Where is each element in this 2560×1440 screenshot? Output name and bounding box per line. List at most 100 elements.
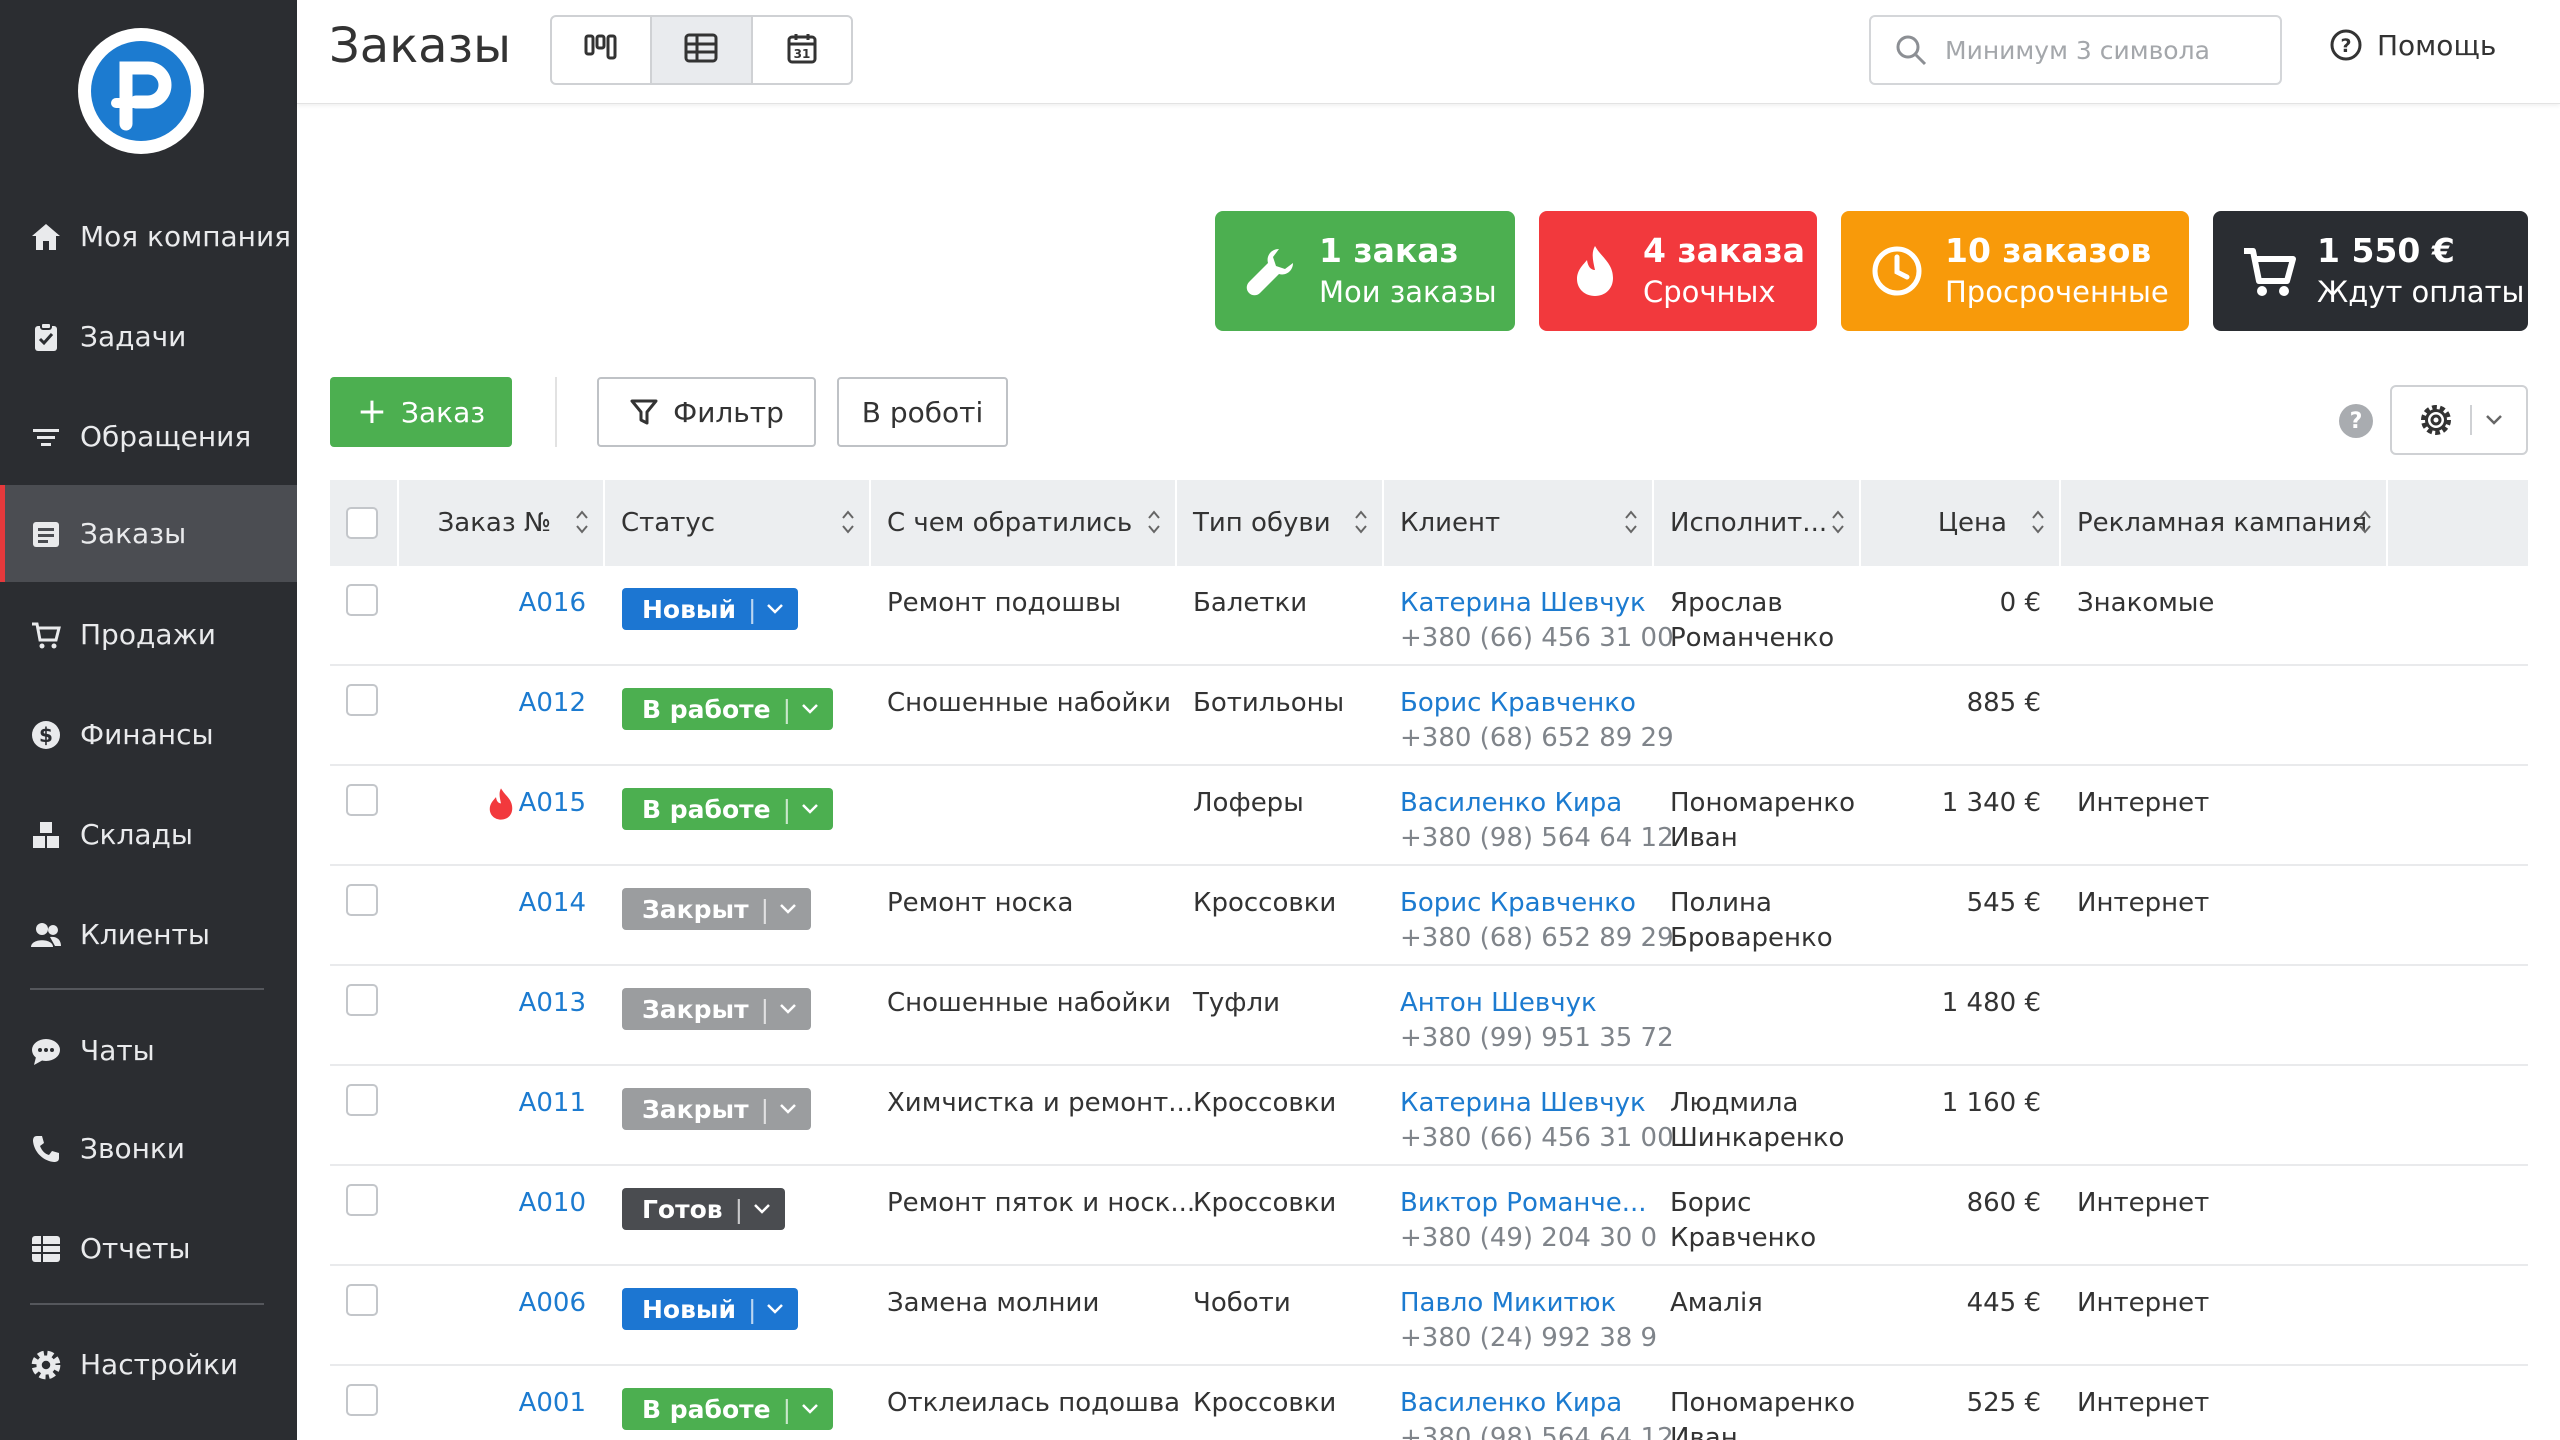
- column-header-executor[interactable]: Исполнит...: [1652, 480, 1859, 566]
- column-header-client[interactable]: Клиент: [1382, 480, 1652, 566]
- table-settings-button[interactable]: [2390, 385, 2528, 455]
- sidebar-item-sales[interactable]: Продажи: [0, 586, 297, 683]
- status-dropdown[interactable]: В работе |: [622, 688, 834, 730]
- table-row[interactable]: A012 В работе | Сношенные набойки Ботиль…: [330, 666, 2528, 766]
- sidebar-item-orders[interactable]: Заказы: [0, 485, 297, 582]
- preset-filter-button[interactable]: В роботі: [837, 377, 1008, 447]
- status-dropdown[interactable]: Закрыт |: [622, 1088, 812, 1130]
- order-number-link[interactable]: A015: [506, 786, 586, 821]
- card-my-orders[interactable]: 1 заказ Мои заказы: [1215, 211, 1515, 331]
- client-name-link[interactable]: Василенко Кира: [1400, 1386, 1674, 1421]
- select-all-checkbox[interactable]: [346, 507, 378, 539]
- executor-first-name: Ярослав: [1670, 588, 1783, 618]
- order-number-link[interactable]: A012: [506, 686, 586, 721]
- issue-cell: Сношенные набойки: [887, 688, 1172, 718]
- order-number-link[interactable]: A010: [506, 1186, 586, 1221]
- sidebar-item-requests[interactable]: Обращения: [0, 388, 297, 485]
- status-dropdown[interactable]: В работе |: [622, 788, 834, 830]
- executor-last-name: Шинкаренко: [1670, 1123, 1845, 1153]
- view-table-button[interactable]: [652, 17, 753, 83]
- company-logo[interactable]: [78, 28, 204, 154]
- client-name-link[interactable]: Антон Шевчук: [1400, 986, 1674, 1021]
- sidebar-item-warehouses[interactable]: Склады: [0, 786, 297, 883]
- calendar-icon: 31: [786, 32, 818, 68]
- sidebar-item-settings[interactable]: Настройки: [0, 1316, 297, 1413]
- sidebar-item-chats[interactable]: Чаты: [0, 1002, 297, 1099]
- table-row[interactable]: A014 Закрыт | Ремонт носка Кроссовки Бор…: [330, 866, 2528, 966]
- table-row[interactable]: A013 Закрыт | Сношенные набойки Туфли Ан…: [330, 966, 2528, 1066]
- column-header-label: Заказ №: [437, 508, 551, 538]
- sidebar-item-finance[interactable]: $ Финансы: [0, 686, 297, 783]
- client-name-link[interactable]: Борис Кравченко: [1400, 886, 1674, 921]
- row-checkbox[interactable]: [346, 1084, 378, 1116]
- order-number-link[interactable]: A001: [506, 1386, 586, 1421]
- status-separator: |: [760, 994, 770, 1024]
- column-header-order-number[interactable]: Заказ №: [397, 480, 603, 566]
- client-name-link[interactable]: Павло Микитюк: [1400, 1286, 1657, 1321]
- price-cell: 1 340 €: [1941, 788, 2041, 818]
- status-dropdown[interactable]: Закрыт |: [622, 988, 812, 1030]
- table-row[interactable]: A001 В работе | Отклеилась подошва Кросс…: [330, 1366, 2528, 1440]
- order-number-link[interactable]: A014: [506, 886, 586, 921]
- chevron-down-icon: [801, 703, 819, 715]
- sidebar-item-tasks[interactable]: Задачи: [0, 288, 297, 385]
- status-dropdown[interactable]: В работе |: [622, 1388, 834, 1430]
- help-link[interactable]: ? Помощь: [2329, 28, 2496, 62]
- table-row[interactable]: A011 Закрыт | Химчистка и ремонт... Крос…: [330, 1066, 2528, 1166]
- status-dropdown[interactable]: Новый |: [622, 588, 799, 630]
- status-dropdown[interactable]: Готов |: [622, 1188, 786, 1230]
- search-icon: [1895, 34, 1927, 66]
- column-header-shoe-type[interactable]: Тип обуви: [1175, 480, 1382, 566]
- order-number-link[interactable]: A006: [506, 1286, 586, 1321]
- client-name-link[interactable]: Катерина Шевчук: [1400, 1086, 1674, 1121]
- row-checkbox[interactable]: [346, 1384, 378, 1416]
- sidebar-item-label: Заказы: [80, 517, 187, 550]
- sidebar-item-calls[interactable]: Звонки: [0, 1100, 297, 1197]
- add-order-button[interactable]: + Заказ: [330, 377, 512, 447]
- search-input[interactable]: [1945, 35, 2265, 65]
- order-number-link[interactable]: A013: [506, 986, 586, 1021]
- client-cell: Павло Микитюк +380 (24) 992 38 9: [1400, 1286, 1657, 1356]
- status-label: Готов: [642, 1194, 723, 1224]
- row-checkbox[interactable]: [346, 1284, 378, 1316]
- table-row[interactable]: A015 В работе | Лоферы Василенко Кира +3…: [330, 766, 2528, 866]
- issue-cell: Отклеилась подошва: [887, 1388, 1181, 1418]
- table-row[interactable]: A016 Новый | Ремонт подошвы Балетки Кате…: [330, 566, 2528, 666]
- column-header-price[interactable]: Цена: [1859, 480, 2059, 566]
- status-dropdown[interactable]: Закрыт |: [622, 888, 812, 930]
- row-checkbox[interactable]: [346, 784, 378, 816]
- table-row[interactable]: A006 Новый | Замена молнии Чоботи Павло …: [330, 1266, 2528, 1366]
- help-circle-icon: ?: [2329, 28, 2363, 62]
- client-name-link[interactable]: Василенко Кира: [1400, 786, 1674, 821]
- card-urgent[interactable]: 4 заказа Срочных: [1539, 211, 1817, 331]
- order-number-link[interactable]: A016: [506, 586, 586, 621]
- client-name-link[interactable]: Катерина Шевчук: [1400, 586, 1674, 621]
- filter-button[interactable]: Фильтр: [597, 377, 816, 447]
- cart-icon: [2239, 241, 2299, 301]
- order-number-link[interactable]: A011: [506, 1086, 586, 1121]
- card-overdue[interactable]: 10 заказов Просроченные: [1841, 211, 2189, 331]
- column-header-status[interactable]: Статус: [603, 480, 869, 566]
- row-checkbox[interactable]: [346, 884, 378, 916]
- row-checkbox[interactable]: [346, 984, 378, 1016]
- row-checkbox[interactable]: [346, 1184, 378, 1216]
- column-header-issue[interactable]: С чем обратились: [869, 480, 1175, 566]
- client-name-link[interactable]: Борис Кравченко: [1400, 686, 1674, 721]
- card-awaiting-payment[interactable]: 1 550 € Ждут оплаты: [2213, 211, 2528, 331]
- client-phone: +380 (99) 951 35 72: [1400, 1023, 1674, 1053]
- table-help-icon[interactable]: ?: [2339, 404, 2373, 438]
- client-phone: +380 (66) 456 31 00: [1400, 623, 1674, 653]
- view-calendar-button[interactable]: 31: [753, 17, 851, 83]
- client-name-link[interactable]: Виктор Романче...: [1400, 1186, 1657, 1221]
- sidebar-item-reports[interactable]: Отчеты: [0, 1200, 297, 1297]
- status-separator: |: [782, 794, 792, 824]
- table-row[interactable]: A010 Готов | Ремонт пяток и носк... Крос…: [330, 1166, 2528, 1266]
- column-header-ad-campaign[interactable]: Рекламная кампания: [2059, 480, 2386, 566]
- sidebar-item-my-company[interactable]: Моя компания: [0, 188, 297, 285]
- view-kanban-button[interactable]: [552, 17, 653, 83]
- sidebar-item-clients[interactable]: Клиенты: [0, 886, 297, 983]
- status-dropdown[interactable]: Новый |: [622, 1288, 799, 1330]
- row-checkbox[interactable]: [346, 684, 378, 716]
- row-checkbox[interactable]: [346, 584, 378, 616]
- client-cell: Виктор Романче... +380 (49) 204 30 0: [1400, 1186, 1657, 1256]
